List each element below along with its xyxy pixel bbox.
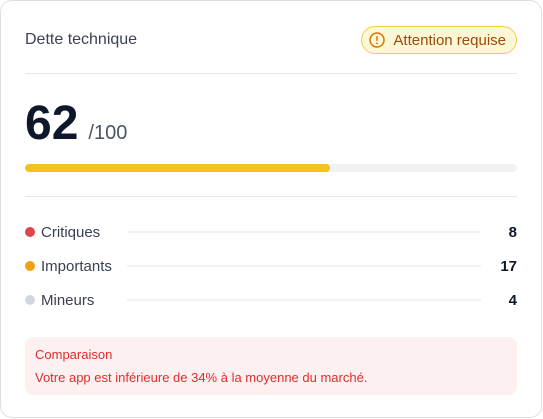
issue-row-minor: Mineurs 4 [25, 283, 517, 317]
issue-breakdown: Critiques 8 Importants 17 Mineurs 4 [25, 197, 517, 317]
comparison-title: Comparaison [35, 347, 113, 362]
issue-count: 17 [500, 257, 517, 275]
issue-divider-line [127, 231, 481, 233]
issue-row-critical: Critiques 8 [25, 215, 517, 249]
score-section: 62 /100 [25, 74, 517, 197]
critical-dot-icon [25, 227, 35, 237]
card-title: Dette technique [25, 31, 138, 48]
issue-count: 8 [508, 223, 517, 241]
technical-debt-card: Dette technique Attention requise 62 /10… [0, 0, 542, 418]
score-display: 62 /100 [25, 100, 127, 148]
issue-label: Importants [41, 257, 112, 275]
issue-count: 4 [508, 291, 517, 309]
issue-label: Critiques [41, 223, 101, 241]
attention-badge-label: Attention requise [393, 31, 506, 49]
issue-label: Mineurs [41, 291, 95, 309]
issue-row-important: Importants 17 [25, 249, 517, 283]
score-value: 62 [25, 97, 79, 150]
minor-dot-icon [25, 295, 35, 305]
attention-badge: Attention requise [361, 26, 517, 54]
important-dot-icon [25, 261, 35, 271]
score-progress-bar [25, 164, 517, 172]
issue-divider-line [127, 265, 481, 267]
card-header: Dette technique Attention requise [25, 1, 517, 74]
comparison-text: Votre app est inférieure de 34% à la moy… [35, 370, 368, 385]
comparison-alert: Comparaison Votre app est inférieure de … [25, 337, 517, 395]
score-progress-fill [25, 164, 331, 172]
score-max: /100 [88, 122, 128, 144]
alert-circle-icon [369, 32, 386, 48]
issue-divider-line [127, 299, 481, 301]
